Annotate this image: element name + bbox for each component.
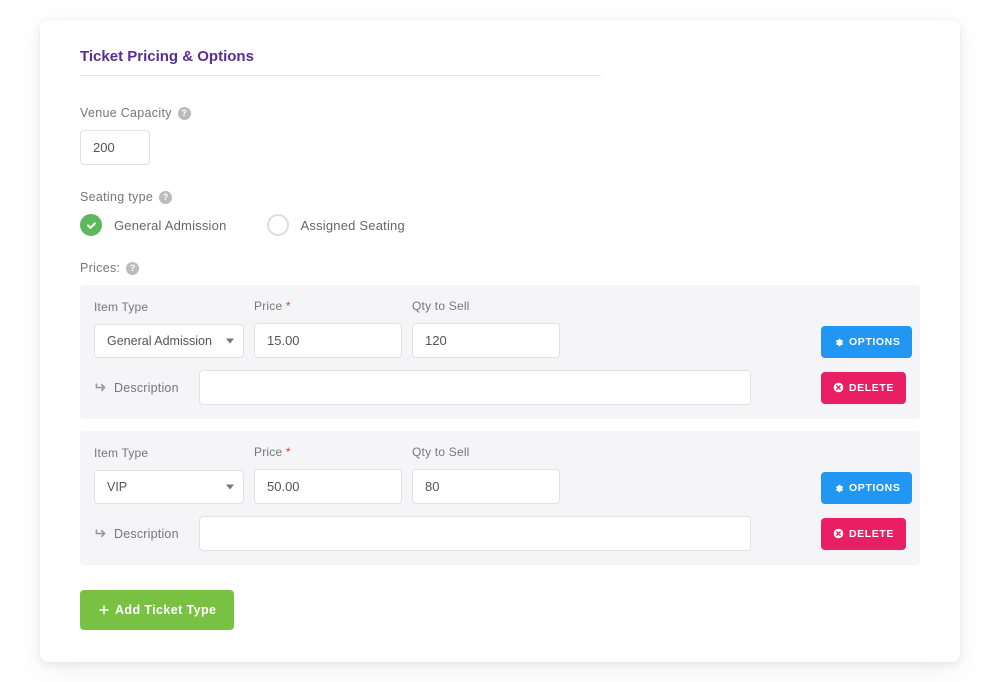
prices-label-text: Prices:	[80, 261, 120, 275]
item-type-select[interactable]	[94, 324, 244, 358]
description-label-text: Description	[114, 527, 179, 541]
description-input[interactable]	[199, 516, 751, 551]
seating-radio-row: General Admission Assigned Seating	[80, 214, 920, 236]
help-icon[interactable]: ?	[159, 191, 172, 204]
venue-capacity-label: Venue Capacity ?	[80, 106, 920, 120]
radio-checked-icon	[80, 214, 102, 236]
gear-icon	[833, 337, 844, 348]
delete-button[interactable]: DELETE	[821, 518, 906, 550]
options-button[interactable]: OPTIONS	[821, 472, 912, 504]
price-header: Price *	[254, 299, 402, 313]
qty-input[interactable]	[412, 323, 560, 358]
seating-type-group: Seating type ? General Admission Assigne…	[80, 190, 920, 236]
seating-type-label: Seating type ?	[80, 190, 920, 204]
item-type-select[interactable]	[94, 470, 244, 504]
ticket-pricing-card: Ticket Pricing & Options Venue Capacity …	[40, 20, 960, 662]
plus-icon	[98, 604, 110, 616]
add-ticket-type-button[interactable]: Add Ticket Type	[80, 590, 234, 630]
venue-capacity-group: Venue Capacity ?	[80, 106, 920, 165]
item-type-header: Item Type	[94, 300, 244, 314]
seating-assigned-label: Assigned Seating	[301, 218, 405, 233]
arrow-return-icon	[94, 527, 107, 540]
seating-general-option[interactable]: General Admission	[80, 214, 227, 236]
description-label: Description	[94, 381, 189, 395]
add-ticket-type-label: Add Ticket Type	[115, 603, 216, 617]
description-input[interactable]	[199, 370, 751, 405]
close-circle-icon	[833, 528, 844, 539]
options-button[interactable]: OPTIONS	[821, 326, 912, 358]
qty-header: Qty to Sell	[412, 445, 560, 459]
help-icon[interactable]: ?	[126, 262, 139, 275]
close-circle-icon	[833, 382, 844, 393]
price-row: Item Type Price * Qty to Sell . OPTIONS	[80, 431, 920, 565]
seating-general-label: General Admission	[114, 218, 227, 233]
required-asterisk: *	[286, 445, 291, 459]
required-asterisk: *	[286, 299, 291, 313]
arrow-return-icon	[94, 381, 107, 394]
delete-button-label: DELETE	[849, 382, 894, 394]
seating-assigned-option[interactable]: Assigned Seating	[267, 214, 405, 236]
delete-button[interactable]: DELETE	[821, 372, 906, 404]
prices-label: Prices: ?	[80, 261, 920, 275]
price-row: Item Type Price * Qty to Sell . OPTIONS	[80, 285, 920, 419]
price-input[interactable]	[254, 469, 402, 504]
venue-capacity-input[interactable]	[80, 130, 150, 165]
radio-unchecked-icon	[267, 214, 289, 236]
qty-input[interactable]	[412, 469, 560, 504]
gear-icon	[833, 483, 844, 494]
price-header: Price *	[254, 445, 402, 459]
qty-header: Qty to Sell	[412, 299, 560, 313]
seating-type-label-text: Seating type	[80, 190, 153, 204]
delete-button-label: DELETE	[849, 528, 894, 540]
venue-capacity-label-text: Venue Capacity	[80, 106, 172, 120]
description-label-text: Description	[114, 381, 179, 395]
item-type-header: Item Type	[94, 446, 244, 460]
options-button-label: OPTIONS	[849, 482, 900, 494]
price-input[interactable]	[254, 323, 402, 358]
section-title: Ticket Pricing & Options	[80, 48, 601, 76]
help-icon[interactable]: ?	[178, 107, 191, 120]
description-label: Description	[94, 527, 189, 541]
options-button-label: OPTIONS	[849, 336, 900, 348]
